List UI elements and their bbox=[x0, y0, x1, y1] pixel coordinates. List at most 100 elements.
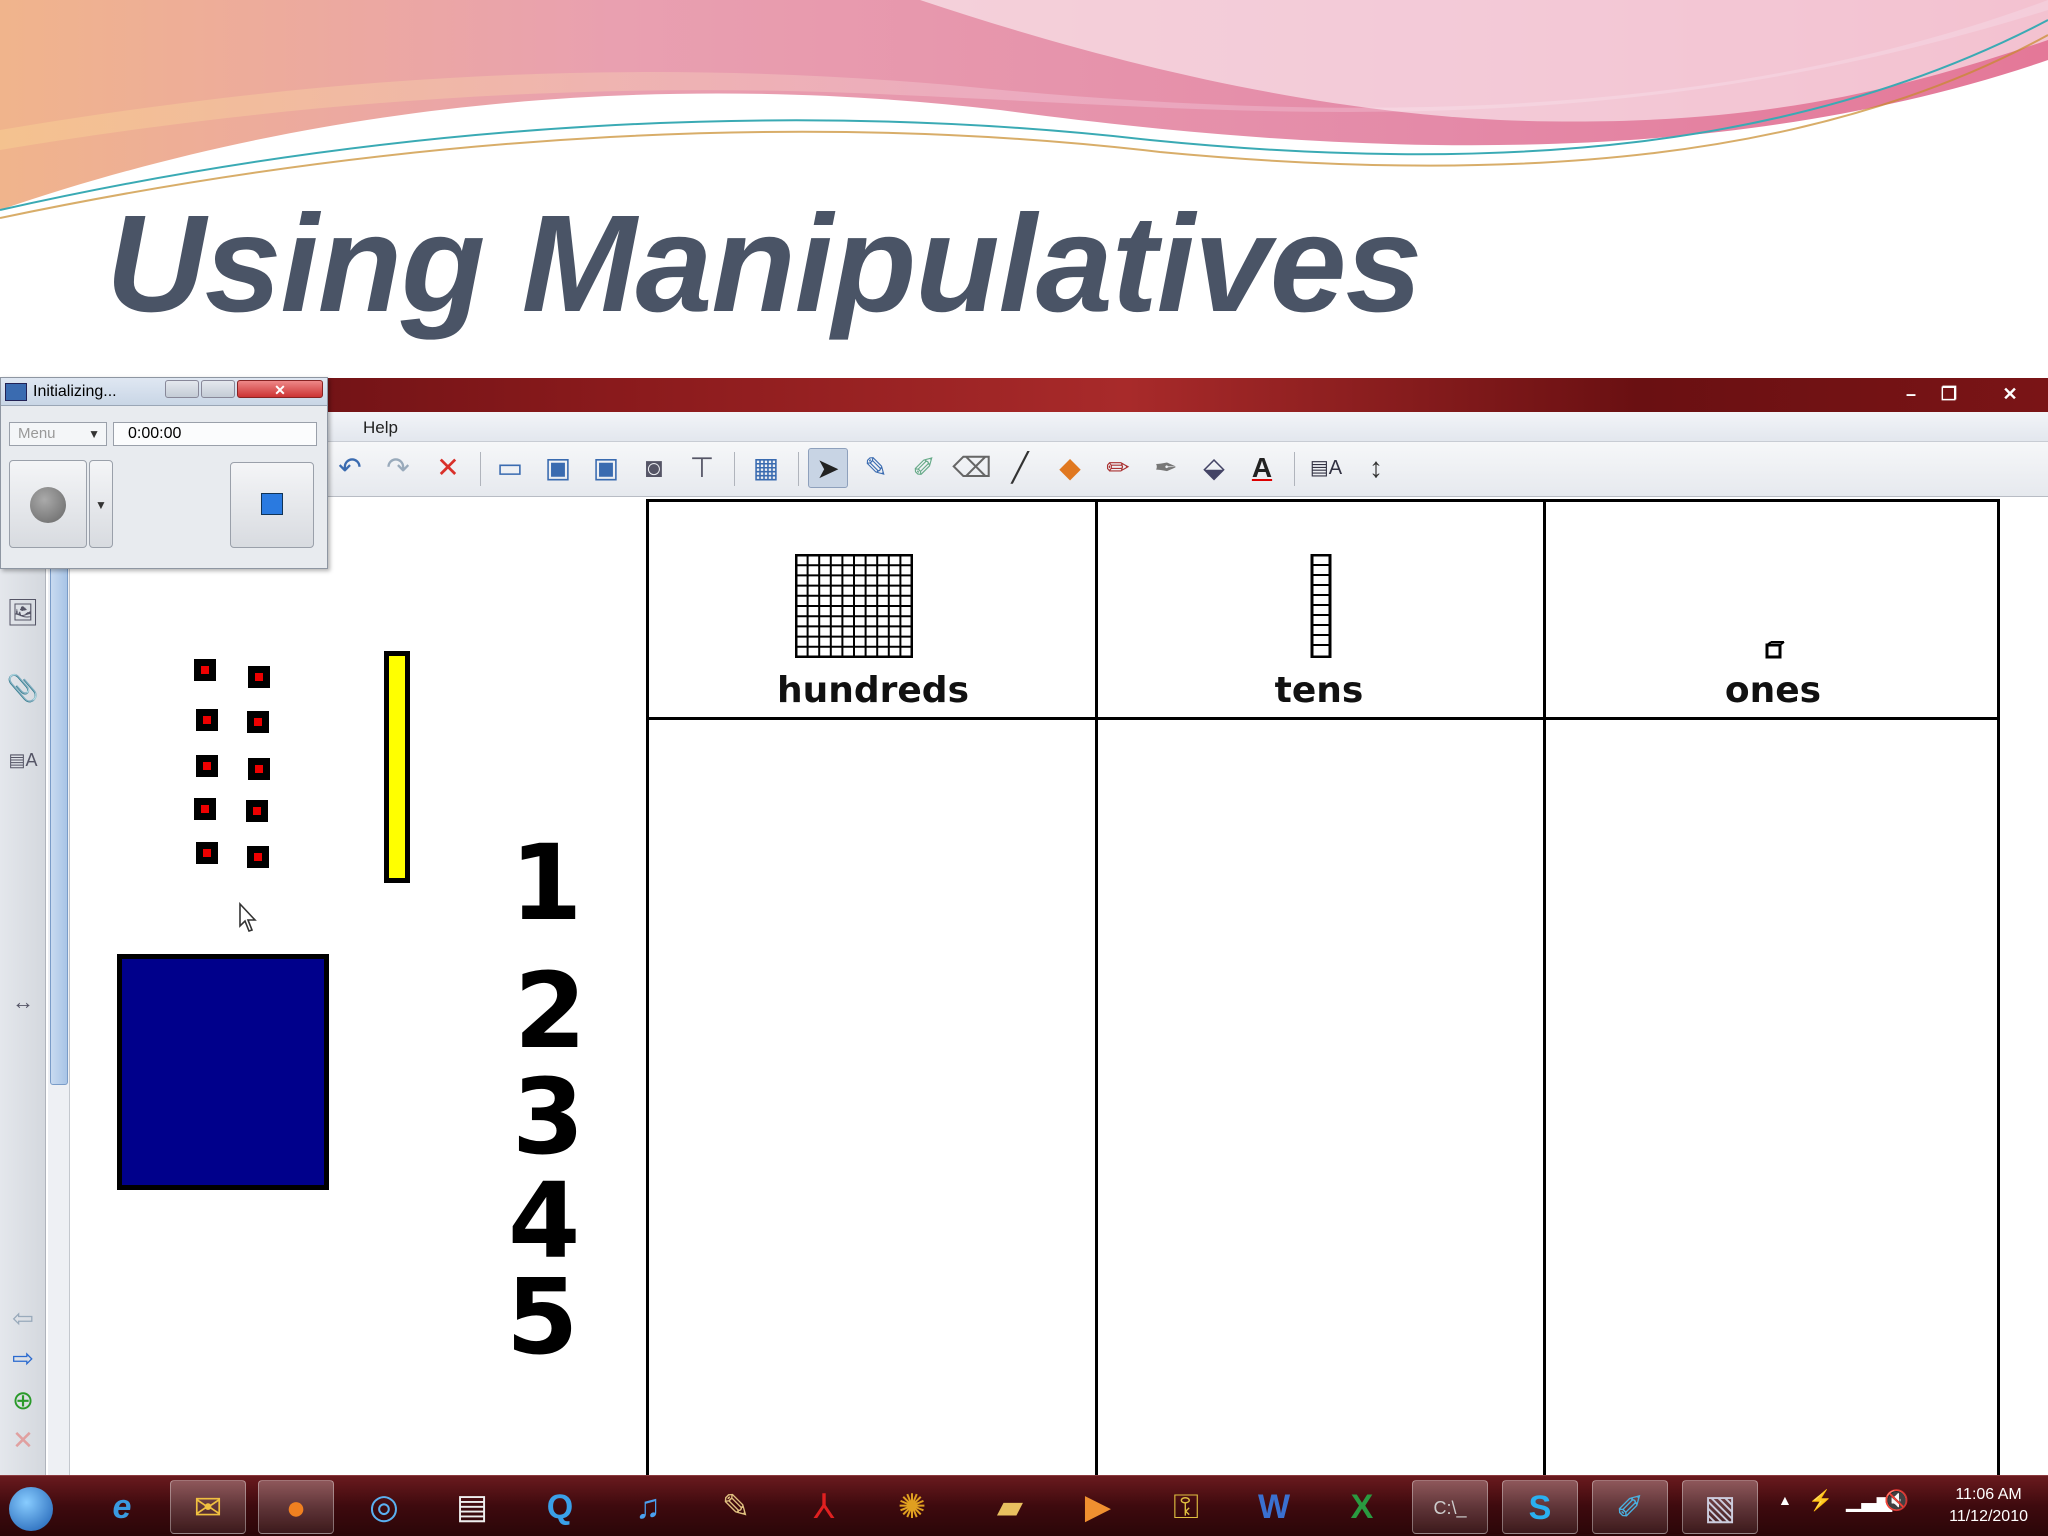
pen-icon[interactable]: ✎ bbox=[856, 448, 896, 488]
number-card[interactable]: 1 bbox=[510, 822, 582, 944]
creative-pen-icon[interactable]: ✐ bbox=[904, 448, 944, 488]
mouse-cursor-icon bbox=[239, 902, 257, 932]
outlook-icon[interactable]: ✉ bbox=[170, 1480, 246, 1534]
properties-icon[interactable]: ▤A bbox=[4, 741, 42, 779]
monitor-icon[interactable]: ▣ bbox=[538, 448, 578, 488]
number-card[interactable]: 2 bbox=[514, 950, 586, 1072]
unit-cube[interactable] bbox=[196, 842, 218, 864]
toolbar-separator bbox=[480, 452, 481, 486]
magic-pen-icon[interactable]: ✏ bbox=[1098, 448, 1138, 488]
ten-rod[interactable] bbox=[384, 651, 410, 883]
stop-button[interactable] bbox=[230, 462, 314, 548]
column-header-ones: ones bbox=[1724, 670, 1822, 711]
delete-icon[interactable]: ✕ bbox=[428, 448, 468, 488]
unit-cube[interactable] bbox=[248, 758, 270, 780]
recorder-menu-label: Menu bbox=[18, 425, 56, 442]
notepad-icon[interactable]: ▤ bbox=[434, 1480, 510, 1534]
shapes-icon[interactable]: ◆ bbox=[1050, 448, 1090, 488]
text-icon[interactable]: A bbox=[1242, 448, 1282, 488]
column-header-tens: tens bbox=[1274, 670, 1364, 711]
next-page-icon[interactable]: ⇨ bbox=[4, 1339, 42, 1377]
select-arrow-icon[interactable]: ➤ bbox=[808, 448, 848, 488]
hundreds-flat-icon bbox=[795, 554, 913, 658]
network-icon[interactable]: ⚿ bbox=[1148, 1480, 1224, 1534]
properties-icon[interactable]: ▤A bbox=[1306, 448, 1346, 488]
resize-panel-icon[interactable]: ↔ bbox=[4, 983, 42, 1021]
acrobat-icon[interactable]: ⅄ bbox=[786, 1480, 862, 1534]
paint-icon[interactable]: ✎ bbox=[698, 1480, 774, 1534]
slide-title: Using Manipulatives bbox=[106, 187, 1422, 341]
number-card[interactable]: 5 bbox=[506, 1256, 578, 1378]
safari-icon[interactable]: ◎ bbox=[346, 1480, 422, 1534]
clock-date: 11/12/2010 bbox=[1949, 1508, 2028, 1525]
menu-item-help[interactable]: Help bbox=[363, 418, 398, 438]
record-options-dropdown[interactable]: ▼ bbox=[89, 460, 113, 548]
previous-page-icon[interactable]: ⇦ bbox=[4, 1299, 42, 1337]
show-hidden-icons-icon[interactable]: ▲ bbox=[1778, 1492, 1792, 1508]
recorder-window: Initializing... ✕ Menu ▼ 0:00:00 ▼ bbox=[0, 377, 328, 569]
ones-cube-icon bbox=[1765, 641, 1785, 659]
record-button[interactable] bbox=[9, 460, 87, 548]
redo-icon[interactable]: ↷ bbox=[378, 448, 418, 488]
unit-cube[interactable] bbox=[196, 755, 218, 777]
taskbar-clock[interactable]: 11:06 AM 11/12/2010 bbox=[1949, 1484, 2028, 1528]
explorer-folder-icon[interactable]: ▰ bbox=[972, 1480, 1048, 1534]
minimize-button[interactable]: – bbox=[1894, 382, 1928, 406]
unit-cube[interactable] bbox=[194, 798, 216, 820]
unit-cube[interactable] bbox=[247, 846, 269, 868]
column-header-hundreds: hundreds bbox=[776, 670, 970, 711]
document-camera-icon[interactable]: ⊤ bbox=[682, 448, 722, 488]
unit-cube[interactable] bbox=[248, 666, 270, 688]
start-orb-icon[interactable] bbox=[2, 1480, 60, 1534]
recorder-title: Initializing... bbox=[33, 383, 117, 400]
hundred-flat[interactable] bbox=[117, 954, 329, 1190]
firefox-icon[interactable]: ● bbox=[258, 1480, 334, 1534]
skype-icon[interactable]: S bbox=[1502, 1480, 1578, 1534]
toolbar-separator bbox=[798, 452, 799, 486]
toolbar-separator bbox=[734, 452, 735, 486]
word-icon[interactable]: W bbox=[1236, 1480, 1312, 1534]
picasa-icon[interactable]: ✺ bbox=[874, 1480, 950, 1534]
unit-cube[interactable] bbox=[196, 709, 218, 731]
table-column-divider bbox=[1543, 502, 1546, 1477]
clock-time: 11:06 AM bbox=[1955, 1486, 2022, 1503]
fill-icon[interactable]: ⬙ bbox=[1194, 448, 1234, 488]
unit-cube[interactable] bbox=[246, 800, 268, 822]
delete-page-icon[interactable]: ✕ bbox=[4, 1421, 42, 1459]
monitor-icon[interactable]: ▣ bbox=[586, 448, 626, 488]
move-toolbar-icon[interactable]: ↕ bbox=[1356, 448, 1396, 488]
smart-recorder-icon[interactable]: ▧ bbox=[1682, 1480, 1758, 1534]
restore-button[interactable]: ❐ bbox=[1932, 382, 1966, 406]
recorder-close-button[interactable]: ✕ bbox=[237, 380, 323, 398]
power-icon[interactable]: ⚡ bbox=[1808, 1488, 1833, 1513]
sidebar-scroll-thumb[interactable] bbox=[50, 560, 68, 1085]
cmd-icon[interactable]: C:\_ bbox=[1412, 1480, 1488, 1534]
highlighter-icon[interactable]: ✒ bbox=[1146, 448, 1186, 488]
itunes-icon[interactable]: ♫ bbox=[610, 1480, 686, 1534]
table-icon[interactable]: ▦ bbox=[746, 448, 786, 488]
excel-icon[interactable]: X bbox=[1324, 1480, 1400, 1534]
notebook-icon[interactable]: ✐ bbox=[1592, 1480, 1668, 1534]
recorder-time-display: 0:00:00 bbox=[113, 422, 317, 446]
place-value-table: hundreds tens ones bbox=[646, 499, 2000, 1477]
close-button[interactable]: ✕ bbox=[1990, 382, 2030, 406]
attachments-icon[interactable]: 📎 bbox=[4, 669, 42, 707]
eraser-icon[interactable]: ⌫ bbox=[952, 448, 992, 488]
table-header-divider bbox=[649, 717, 1997, 720]
quicktime-icon[interactable]: Q bbox=[522, 1480, 598, 1534]
volume-muted-icon[interactable]: 🔇 bbox=[1884, 1488, 1909, 1513]
internet-explorer-icon[interactable]: e bbox=[84, 1480, 160, 1534]
gallery-icon[interactable]: 🖼 bbox=[4, 593, 42, 631]
table-column-divider bbox=[1095, 502, 1098, 1477]
camera-icon[interactable]: ◙ bbox=[634, 448, 674, 488]
recorder-minimize-button[interactable] bbox=[165, 380, 199, 398]
line-icon[interactable]: ╱ bbox=[1000, 448, 1040, 488]
recorder-maximize-button[interactable] bbox=[201, 380, 235, 398]
screen-shade-icon[interactable]: ▭ bbox=[490, 448, 530, 488]
undo-icon[interactable]: ↶ bbox=[330, 448, 370, 488]
unit-cube[interactable] bbox=[247, 711, 269, 733]
unit-cube[interactable] bbox=[194, 659, 216, 681]
media-icon[interactable]: ▶ bbox=[1060, 1480, 1136, 1534]
add-page-icon[interactable]: ⊕ bbox=[4, 1381, 42, 1419]
recorder-menu-dropdown[interactable]: Menu ▼ bbox=[9, 422, 107, 446]
